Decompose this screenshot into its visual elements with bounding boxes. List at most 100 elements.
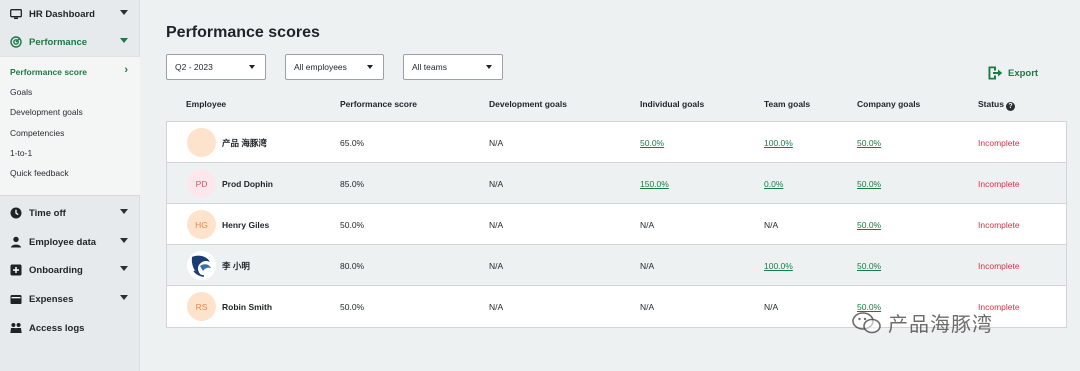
column-header-team-goals[interactable]: Team goals — [764, 99, 810, 109]
caret-down-icon — [486, 65, 492, 69]
chevron-right-icon: › — [124, 64, 128, 76]
nav-label: HR Dashboard — [29, 8, 95, 20]
nav-label: Expenses — [29, 293, 74, 305]
avatar: PD — [187, 169, 216, 198]
column-header-performance-score[interactable]: Performance score — [340, 99, 417, 109]
wechat-icon — [852, 311, 881, 333]
chevron-down-icon[interactable] — [120, 38, 128, 43]
select-value: Q2 - 2023 — [175, 62, 213, 72]
page-title: Performance scores — [166, 24, 320, 41]
sub-item-development-goals[interactable]: Development goals — [10, 107, 83, 117]
chevron-down-icon[interactable] — [120, 266, 128, 271]
watermark-text: 产品海豚湾 — [888, 312, 993, 336]
individual-goals-link[interactable]: 50.0% — [640, 122, 664, 163]
employee-name[interactable]: 产品 海豚湾 — [222, 122, 267, 163]
chevron-down-icon[interactable] — [120, 295, 128, 300]
nav-employee-data[interactable]: Employee data — [0, 228, 140, 256]
avatar-initials: RS — [195, 301, 208, 312]
performance-score: 50.0% — [340, 301, 365, 312]
performance-score: 50.0% — [340, 219, 365, 230]
select-value: All teams — [412, 62, 447, 72]
individual-goals: N/A — [640, 219, 655, 230]
nav-hr-dashboard[interactable]: HR Dashboard — [0, 0, 140, 28]
plus-square-icon — [10, 264, 22, 276]
help-icon[interactable]: ? — [1005, 102, 1015, 111]
monitor-icon — [10, 8, 22, 20]
chevron-down-icon[interactable] — [120, 238, 128, 243]
avatar-initials: PD — [195, 178, 208, 189]
development-goals: N/A — [489, 260, 504, 271]
nav-label: Access logs — [29, 322, 85, 334]
team-goals-link[interactable]: 100.0% — [764, 245, 793, 286]
caret-down-icon — [249, 65, 255, 69]
company-goals-link[interactable]: 50.0% — [857, 122, 881, 163]
sub-item-1-to-1[interactable]: 1-to-1 — [10, 148, 32, 158]
column-header-company-goals[interactable]: Company goals — [857, 99, 920, 109]
table-row[interactable]: PD Prod Dophin 85.0% N/A 150.0% 0.0% 50.… — [167, 163, 1066, 204]
performance-score: 80.0% — [340, 260, 365, 271]
column-header-employee[interactable]: Employee — [186, 99, 226, 109]
table-row[interactable]: 产品 海豚湾 65.0% N/A 50.0% 100.0% 50.0% Inco… — [167, 122, 1066, 163]
teams-select[interactable]: All teams — [403, 54, 503, 80]
dolphin-avatar-icon — [187, 251, 216, 280]
team-goals-link[interactable]: 0.0% — [764, 163, 783, 204]
employee-name[interactable]: Robin Smith — [222, 286, 272, 327]
table-row[interactable]: HG Henry Giles 50.0% N/A N/A N/A 50.0% I… — [167, 204, 1066, 245]
status-badge: Incomplete — [978, 178, 1020, 189]
company-goals-link[interactable]: 50.0% — [857, 204, 881, 245]
column-header-development-goals[interactable]: Development goals — [489, 99, 567, 109]
employee-name[interactable]: Henry Giles — [222, 204, 269, 245]
export-label: Export — [1008, 67, 1039, 79]
table-row[interactable]: 李 小明 80.0% N/A N/A 100.0% 50.0% Incomple… — [167, 245, 1066, 286]
performance-score: 85.0% — [340, 178, 365, 189]
individual-goals: N/A — [640, 301, 655, 312]
avatar-initials: HG — [195, 219, 208, 230]
development-goals: N/A — [489, 137, 504, 148]
nav-label: Performance — [29, 36, 88, 48]
sub-item-competencies[interactable]: Competencies — [10, 128, 64, 138]
development-goals: N/A — [489, 178, 504, 189]
sub-item-performance-score[interactable]: Performance score — [10, 67, 87, 77]
clock-icon — [10, 207, 22, 219]
performance-submenu: Performance score › Goals Development go… — [0, 56, 140, 196]
performance-score: 65.0% — [340, 137, 365, 148]
performance-table: 产品 海豚湾 65.0% N/A 50.0% 100.0% 50.0% Inco… — [166, 121, 1067, 328]
status-header-label: Status — [978, 99, 1004, 109]
export-icon — [988, 66, 1003, 80]
person-icon — [10, 236, 22, 248]
company-goals-link[interactable]: 50.0% — [857, 163, 881, 204]
quarter-select[interactable]: Q2 - 2023 — [166, 54, 266, 80]
column-header-individual-goals[interactable]: Individual goals — [640, 99, 704, 109]
employee-name[interactable]: Prod Dophin — [222, 163, 273, 204]
employees-select[interactable]: All employees — [285, 54, 384, 80]
nav-access-logs[interactable]: Access logs — [0, 314, 140, 342]
development-goals: N/A — [489, 301, 504, 312]
nav-label: Time off — [29, 207, 66, 219]
column-header-status[interactable]: Status? — [978, 99, 1015, 111]
nav-expenses[interactable]: Expenses — [0, 285, 140, 313]
status-badge: Incomplete — [978, 219, 1020, 230]
select-value: All employees — [294, 62, 347, 72]
employee-name[interactable]: 李 小明 — [222, 245, 250, 286]
nav-performance[interactable]: Performance — [0, 28, 140, 56]
nav-label: Onboarding — [29, 264, 83, 276]
team-goals: N/A — [764, 219, 779, 230]
individual-goals: N/A — [640, 260, 655, 271]
people-icon — [10, 322, 22, 334]
individual-goals-link[interactable]: 150.0% — [640, 163, 669, 204]
target-icon — [10, 36, 22, 48]
nav-onboarding[interactable]: Onboarding — [0, 256, 140, 284]
sidebar: HR Dashboard Performance Performance sco… — [0, 0, 140, 371]
company-goals-link[interactable]: 50.0% — [857, 245, 881, 286]
team-goals-link[interactable]: 100.0% — [764, 122, 793, 163]
export-button[interactable]: Export — [988, 66, 1038, 80]
development-goals: N/A — [489, 219, 504, 230]
sub-item-quick-feedback[interactable]: Quick feedback — [10, 168, 69, 178]
chevron-down-icon[interactable] — [120, 209, 128, 214]
avatar: HG — [187, 210, 216, 239]
watermark: 产品海豚湾 — [852, 308, 993, 337]
sub-item-goals[interactable]: Goals — [10, 87, 32, 97]
nav-time-off[interactable]: Time off — [0, 199, 140, 227]
chevron-down-icon[interactable] — [120, 10, 128, 15]
avatar — [187, 128, 216, 157]
